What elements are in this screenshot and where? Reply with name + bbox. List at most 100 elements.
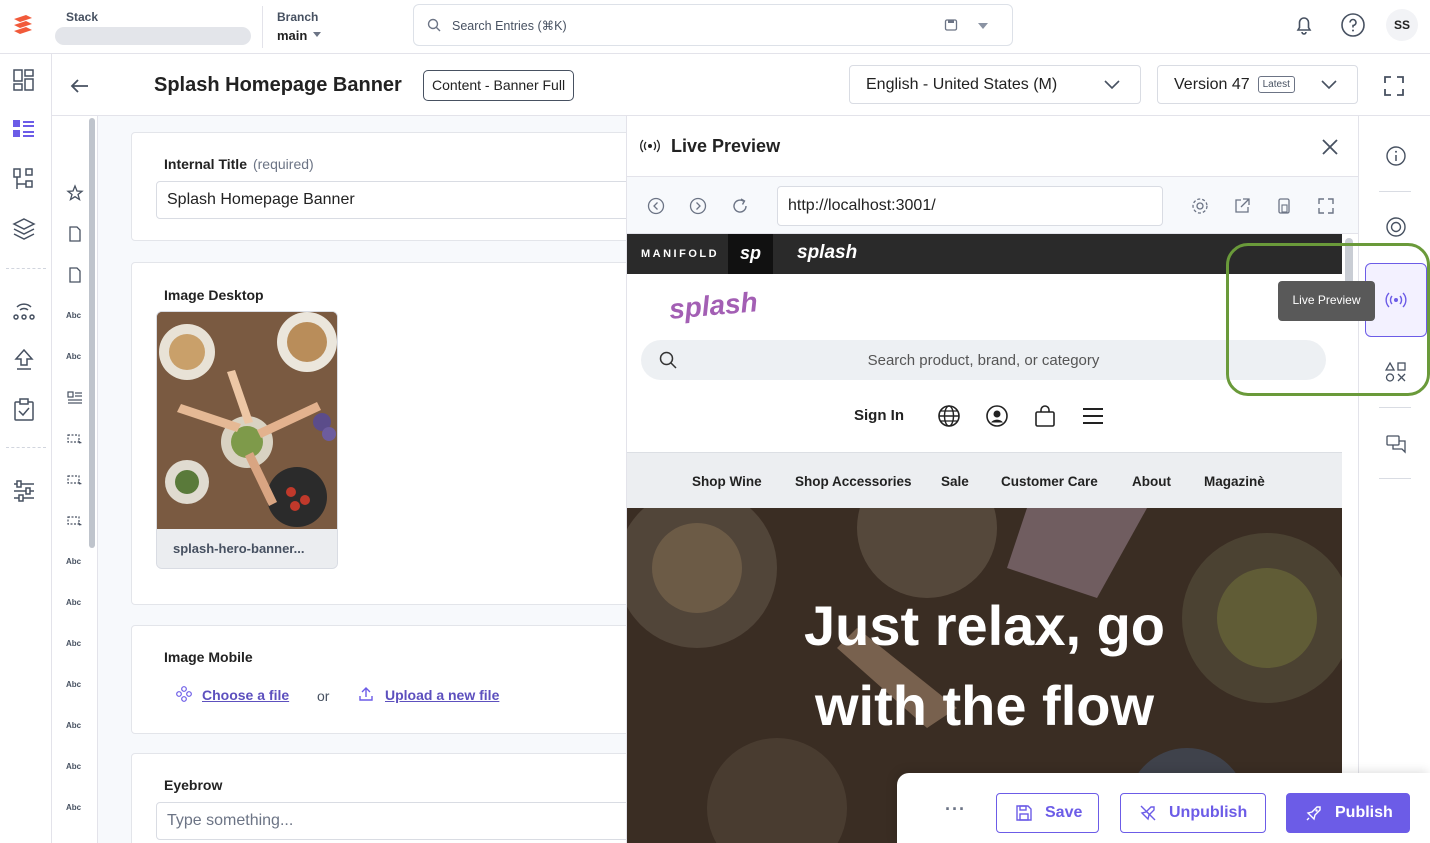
close-icon[interactable] [1321,138,1339,156]
forward-icon[interactable] [689,197,707,215]
dashboard-icon[interactable] [10,66,38,94]
upload-file-link[interactable]: Upload a new file [385,687,499,703]
brand-manifold[interactable]: MANIFOLD [641,248,719,260]
url-input[interactable]: http://localhost:3001/ [777,186,1163,226]
avatar[interactable]: SS [1386,9,1418,41]
content-type-tag[interactable]: Content - Banner Full [423,70,575,101]
notification-bell-icon[interactable] [1289,10,1319,40]
deploy-upload-icon[interactable] [10,346,38,374]
link-field-icon[interactable] [66,512,84,530]
divider [262,6,263,48]
link-field-icon[interactable] [66,430,84,448]
site-nav-item[interactable]: Shop Accessories [795,474,912,489]
reload-icon[interactable] [731,197,749,215]
more-actions-button[interactable]: ··· [945,799,966,820]
info-icon[interactable] [1385,145,1407,167]
file-icon[interactable] [66,266,84,284]
image-mobile-field: Image Mobile Choose a file or Upload a n… [131,625,626,734]
eyebrow-input[interactable]: Type something... [156,802,626,840]
open-external-icon[interactable] [1233,197,1251,215]
field-outline-rail: Abc Abc Abc Abc Abc Abc Abc Abc Abc [52,116,98,843]
file-icon[interactable] [66,225,84,243]
text-field-icon[interactable]: Abc [66,307,84,325]
site-search-placeholder: Search product, brand, or category [867,352,1100,369]
text-field-icon[interactable]: Abc [66,348,84,366]
text-field-icon[interactable]: Abc [66,799,84,817]
globe-icon[interactable] [937,404,961,428]
star-icon[interactable] [66,184,84,202]
rich-text-icon[interactable] [66,389,84,407]
action-bar: ··· Save Unpublish Publish [897,773,1430,843]
unpublish-rocket-icon [1140,805,1156,821]
text-field-icon[interactable]: Abc [66,553,84,571]
locale-value: English - United States (M) [866,76,1058,93]
search-input[interactable]: Search Entries (⌘K) [413,4,1013,46]
preview-toolbar: http://localhost:3001/ [627,176,1359,234]
stack-selector[interactable] [55,27,251,45]
text-field-icon[interactable]: Abc [66,594,84,612]
internal-title-input[interactable]: Splash Homepage Banner [156,181,626,219]
site-nav-item[interactable]: Sale [941,474,969,489]
hamburger-menu-icon[interactable] [1081,404,1105,428]
top-bar: Stack Branch main Search Entries (⌘K) SS [0,0,1430,54]
save-button[interactable]: Save [996,793,1099,833]
or-text: or [317,688,330,704]
image-desktop-field: Image Desktop splash-hero-banner... [131,262,626,605]
saved-search-icon[interactable] [944,18,958,32]
webhooks-icon[interactable] [10,296,38,324]
back-arrow-icon[interactable] [68,74,92,98]
sign-in-link[interactable]: Sign In [854,407,904,424]
site-logo[interactable]: splash [668,286,759,326]
content-models-icon[interactable] [10,165,38,193]
publish-label: Publish [1335,804,1393,821]
choose-file-link[interactable]: Choose a file [202,687,289,703]
entries-icon[interactable] [10,115,38,143]
publish-rocket-icon [1306,806,1321,821]
left-nav [0,54,52,843]
assets-stack-icon[interactable] [10,215,38,243]
fullscreen-icon[interactable] [1382,74,1406,98]
site-nav-item[interactable]: Magazinè [1204,474,1265,489]
back-icon[interactable] [647,197,665,215]
text-field-icon[interactable]: Abc [66,758,84,776]
site-nav-item[interactable]: Customer Care [1001,474,1098,489]
text-field-icon[interactable]: Abc [66,635,84,653]
entry-header: Splash Homepage Banner Content - Banner … [52,54,1430,116]
save-disk-icon [1016,805,1032,821]
brand-splash[interactable]: splash [797,242,857,264]
link-field-icon[interactable] [66,471,84,489]
settings-gear-icon[interactable] [1191,197,1209,215]
locale-select[interactable]: English - United States (M) [849,65,1141,104]
target-icon[interactable] [1385,216,1407,238]
page-title: Splash Homepage Banner [154,74,402,96]
internal-title-field: Internal Title (required) Splash Homepage… [131,132,626,241]
app-logo-icon[interactable] [10,12,36,38]
version-select[interactable]: Version 47 Latest [1157,65,1358,104]
comments-icon[interactable] [1385,433,1407,455]
latest-badge: Latest [1257,76,1295,93]
chevron-down-icon[interactable] [978,23,988,29]
divider [1379,407,1411,408]
branch-selector[interactable]: main [277,28,307,43]
entry-form: Internal Title (required) Splash Homepage… [98,116,626,843]
right-rail [1358,116,1430,843]
text-field-icon[interactable]: Abc [66,676,84,694]
caret-down-icon[interactable] [313,32,321,37]
account-icon[interactable] [985,404,1009,428]
text-field-icon[interactable]: Abc [66,717,84,735]
publish-button[interactable]: Publish [1286,793,1410,833]
fullscreen-icon[interactable] [1317,197,1335,215]
device-view-icon[interactable] [1275,197,1293,215]
tasks-clipboard-icon[interactable] [10,396,38,424]
brand-sp[interactable]: sp [728,234,773,274]
settings-sliders-icon[interactable] [10,477,38,505]
divider [1379,478,1411,479]
scrollbar[interactable] [89,118,95,548]
unpublish-button[interactable]: Unpublish [1120,793,1266,833]
help-icon[interactable] [1338,10,1368,40]
site-nav-item[interactable]: About [1132,474,1171,489]
shopping-bag-icon[interactable] [1033,404,1057,428]
site-search-input[interactable]: Search product, brand, or category [641,340,1326,380]
image-thumbnail[interactable]: splash-hero-banner... [156,311,338,569]
site-nav-item[interactable]: Shop Wine [692,474,762,489]
